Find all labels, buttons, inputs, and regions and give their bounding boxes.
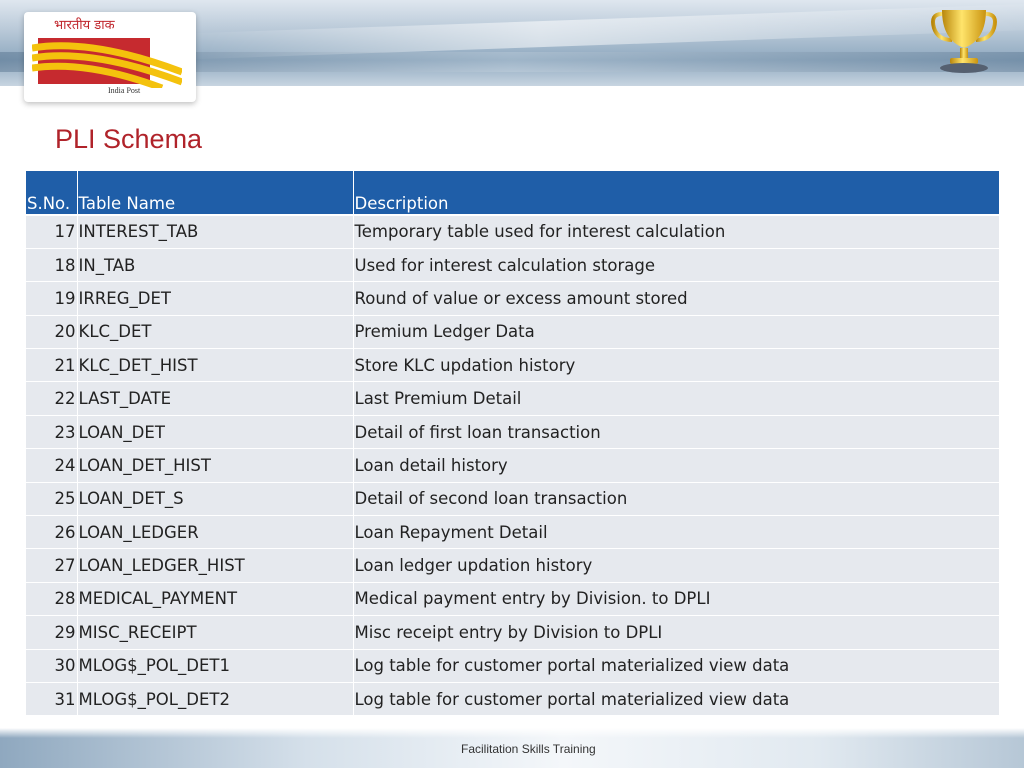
column-header-table-name: Table Name bbox=[77, 171, 354, 216]
footer-text: Facilitation Skills Training bbox=[461, 742, 596, 756]
table-name-cell: LOAN_DET_S bbox=[77, 482, 354, 517]
trophy-icon bbox=[931, 10, 997, 73]
description-cell: Store KLC updation history bbox=[353, 348, 999, 383]
logo-english-text: India Post bbox=[108, 86, 141, 95]
sno-cell: 26 bbox=[26, 515, 78, 550]
sno-cell: 23 bbox=[26, 415, 78, 450]
table-row: 20 KLC_DET Premium Ledger Data bbox=[26, 315, 999, 350]
sno-cell: 31 bbox=[26, 682, 78, 717]
description-cell: Loan Repayment Detail bbox=[353, 515, 999, 550]
table-row: 22 LAST_DATE Last Premium Detail bbox=[26, 381, 999, 416]
description-cell: Premium Ledger Data bbox=[353, 315, 999, 350]
table-row: 18 IN_TAB Used for interest calculation st… bbox=[26, 248, 999, 283]
table-row: 23 LOAN_DET Detail of first loan transacti… bbox=[26, 415, 999, 450]
table-row: 28 MEDICAL_PAYMENT Medical payment entry b… bbox=[26, 582, 999, 617]
table-row: 31 MLOG$_POL_DET2 Log table for customer p… bbox=[26, 682, 999, 717]
table-name-cell: IN_TAB bbox=[77, 248, 354, 283]
table-row: 30 MLOG$_POL_DET1 Log table for customer p… bbox=[26, 649, 999, 683]
schema-table: S.No. Table Name Description 17 INTEREST_… bbox=[26, 171, 999, 717]
sno-cell: 17 bbox=[26, 215, 78, 249]
description-cell: Detail of second loan transaction bbox=[353, 482, 999, 517]
sno-cell: 30 bbox=[26, 649, 78, 683]
table-row: 25 LOAN_DET_S Detail of second loan transa… bbox=[26, 482, 999, 517]
table-row: 27 LOAN_LEDGER_HIST Loan ledger updation h… bbox=[26, 548, 999, 583]
description-cell: Round of value or excess amount stored bbox=[353, 281, 999, 316]
table-row: 24 LOAN_DET_HIST Loan detail history bbox=[26, 448, 999, 483]
sno-cell: 20 bbox=[26, 315, 78, 350]
description-cell: Misc receipt entry by Division to DPLI bbox=[353, 615, 999, 650]
bottom-banner-highlight bbox=[0, 728, 1024, 738]
table-name-cell: MISC_RECEIPT bbox=[77, 615, 354, 650]
sno-cell: 27 bbox=[26, 548, 78, 583]
sno-cell: 25 bbox=[26, 482, 78, 517]
india-post-logo: भारतीय डाक India Post bbox=[24, 12, 196, 102]
logo-hindi-text: भारतीय डाक bbox=[54, 18, 115, 33]
description-cell: Last Premium Detail bbox=[353, 381, 999, 416]
table-row: 29 MISC_RECEIPT Misc receipt entry by Divi… bbox=[26, 615, 999, 650]
description-cell: Temporary table used for interest calcul… bbox=[353, 215, 999, 249]
description-cell: Medical payment entry by Division. to DP… bbox=[353, 582, 999, 617]
description-cell: Log table for customer portal materializ… bbox=[353, 682, 999, 717]
table-row: 21 KLC_DET_HIST Store KLC updation history bbox=[26, 348, 999, 383]
sno-cell: 22 bbox=[26, 381, 78, 416]
sno-cell: 28 bbox=[26, 582, 78, 617]
table-name-cell: KLC_DET bbox=[77, 315, 354, 350]
table-name-cell: INTEREST_TAB bbox=[77, 215, 354, 249]
table-name-cell: LOAN_LEDGER bbox=[77, 515, 354, 550]
table-row: 26 LOAN_LEDGER Loan Repayment Detail bbox=[26, 515, 999, 550]
table-row: 17 INTEREST_TAB Temporary table used for i… bbox=[26, 215, 999, 249]
slide-title: PLI Schema bbox=[55, 124, 203, 154]
table-name-cell: MLOG$_POL_DET2 bbox=[77, 682, 354, 717]
table-name-cell: MEDICAL_PAYMENT bbox=[77, 582, 354, 617]
description-cell: Detail of first loan transaction bbox=[353, 415, 999, 450]
sno-cell: 21 bbox=[26, 348, 78, 383]
table-name-cell: LOAN_DET bbox=[77, 415, 354, 450]
description-cell: Log table for customer portal materializ… bbox=[353, 649, 999, 683]
description-cell: Loan detail history bbox=[353, 448, 999, 483]
table-name-cell: LOAN_DET_HIST bbox=[77, 448, 354, 483]
table-name-cell: IRREG_DET bbox=[77, 281, 354, 316]
description-cell: Loan ledger updation history bbox=[353, 548, 999, 583]
sno-cell: 19 bbox=[26, 281, 78, 316]
table-header-row: S.No. Table Name Description bbox=[26, 171, 999, 216]
table-name-cell: KLC_DET_HIST bbox=[77, 348, 354, 383]
sno-cell: 29 bbox=[26, 615, 78, 650]
column-header-sno: S.No. bbox=[26, 171, 78, 216]
india-post-emblem-icon bbox=[32, 38, 182, 88]
column-header-description: Description bbox=[353, 171, 999, 216]
table-name-cell: MLOG$_POL_DET1 bbox=[77, 649, 354, 683]
sno-cell: 18 bbox=[26, 248, 78, 283]
table-name-cell: LOAN_LEDGER_HIST bbox=[77, 548, 354, 583]
table-name-cell: LAST_DATE bbox=[77, 381, 354, 416]
description-cell: Used for interest calculation storage bbox=[353, 248, 999, 283]
table-row: 19 IRREG_DET Round of value or excess amou… bbox=[26, 281, 999, 316]
sno-cell: 24 bbox=[26, 448, 78, 483]
